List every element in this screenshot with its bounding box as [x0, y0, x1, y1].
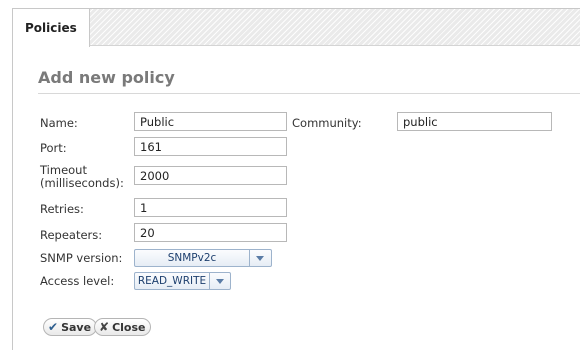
- x-icon: ✘: [99, 320, 110, 334]
- chevron-down-icon[interactable]: [249, 250, 271, 266]
- snmp-version-label: SNMP version:: [40, 251, 123, 265]
- name-field[interactable]: Public: [134, 112, 287, 131]
- retries-label: Retries:: [40, 202, 84, 216]
- tab-policies[interactable]: Policies: [13, 9, 90, 47]
- timeout-label-line2: (milliseconds):: [40, 176, 124, 190]
- access-level-label: Access level:: [40, 274, 115, 288]
- community-label: Community:: [292, 116, 362, 130]
- timeout-label: Timeout (milliseconds):: [40, 164, 124, 190]
- tab-bar: Policies: [13, 9, 580, 47]
- port-label: Port:: [40, 141, 67, 155]
- access-level-value: READ_WRITE: [135, 273, 210, 289]
- section-divider: [38, 93, 580, 94]
- repeaters-field[interactable]: 20: [134, 223, 287, 242]
- community-field[interactable]: public: [397, 112, 552, 131]
- snmp-version-value: SNMPv2c: [135, 250, 250, 266]
- snmp-version-select[interactable]: SNMPv2c: [134, 249, 272, 267]
- repeaters-label: Repeaters:: [40, 228, 103, 242]
- policy-window: Policies Add new policy Name: Public Com…: [12, 8, 580, 350]
- name-label: Name:: [40, 116, 78, 130]
- access-level-select[interactable]: READ_WRITE: [134, 272, 231, 290]
- chevron-down-icon[interactable]: [210, 273, 230, 289]
- close-button[interactable]: ✘ Close: [94, 318, 152, 336]
- check-icon: ✔: [48, 320, 59, 334]
- save-button[interactable]: ✔ Save: [43, 318, 98, 336]
- port-field[interactable]: 161: [134, 137, 287, 156]
- retries-field[interactable]: 1: [134, 198, 287, 217]
- save-button-label: Save: [61, 320, 92, 334]
- timeout-field[interactable]: 2000: [134, 166, 287, 185]
- close-button-label: Close: [112, 320, 146, 334]
- timeout-label-line1: Timeout: [40, 163, 87, 177]
- section-title: Add new policy: [38, 68, 175, 87]
